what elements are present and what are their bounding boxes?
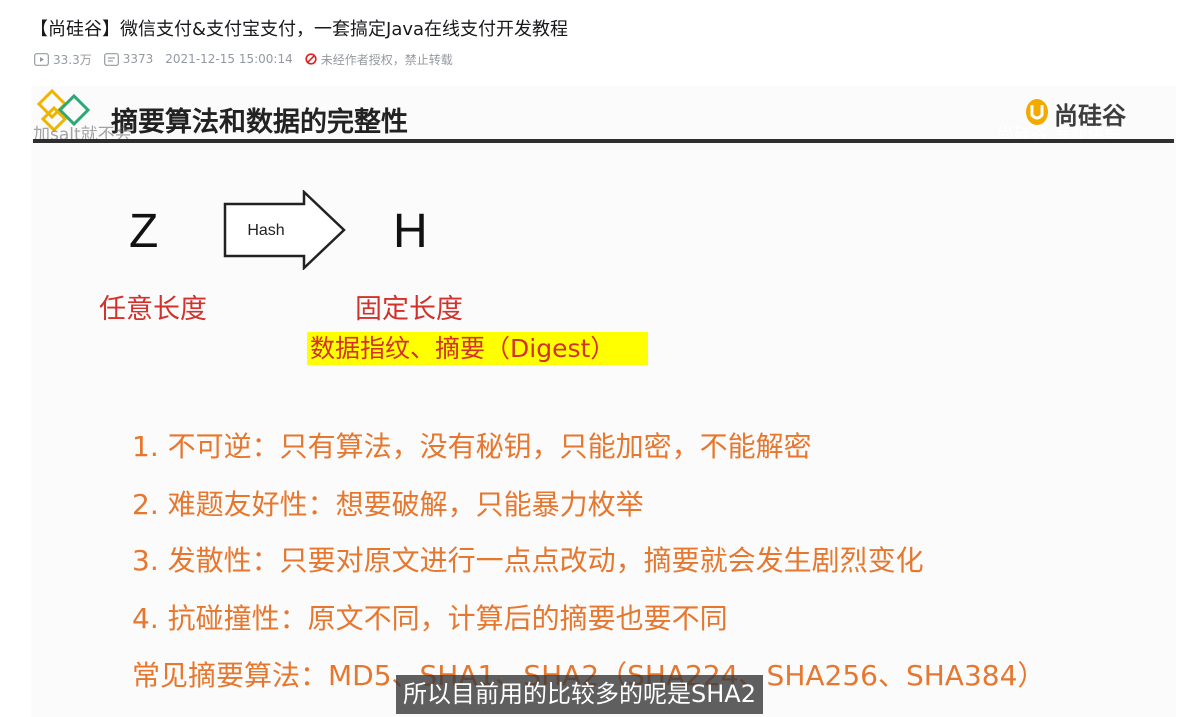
video-subtitle: 所以目前用的比较多的呢是SHA2: [396, 675, 763, 714]
arrow-label: Hash: [247, 222, 284, 239]
publish-date: 2021-12-15 15:00:14: [165, 52, 293, 66]
copyright-notice: 未经作者授权，禁止转载: [305, 51, 453, 68]
property-item: 3. 发散性：只要对原文进行一点点改动，摘要就会发生剧烈变化: [132, 544, 924, 577]
video-meta: 33.3万 3373 2021-12-15 15:00:14 未经作者授权，禁止…: [34, 51, 453, 67]
danmaku-count: 3373: [103, 52, 154, 66]
view-count-value: 33.3万: [53, 52, 92, 67]
slide-title: 摘要算法和数据的完整性: [111, 107, 408, 138]
video-title: 【尚硅谷】微信支付&支付宝支付，一套搞定Java在线支付开发教程: [30, 19, 569, 40]
play-count-icon: [34, 52, 49, 66]
danmaku-count-value: 3373: [122, 52, 154, 66]
input-length-label: 任意长度: [99, 294, 207, 325]
digest-highlight: 数据指纹、摘要（Digest）: [307, 332, 648, 365]
property-item: 4. 抗碰撞性：原文不同，计算后的摘要也要不同: [132, 602, 728, 635]
output-length-label: 固定长度: [355, 294, 463, 325]
header-divider: [33, 139, 1174, 143]
hash-arrow-icon: Hash: [223, 190, 346, 270]
property-item: 1. 不可逆：只有算法，没有秘钥，只能加密，不能解密: [132, 430, 812, 463]
input-letter: Z: [129, 205, 159, 258]
view-count: 33.3万: [34, 51, 92, 68]
forbid-icon: [305, 53, 317, 65]
property-item: 2. 难题友好性：想要破解，只能暴力枚举: [132, 488, 644, 521]
video-player[interactable]: 摘要算法和数据的完整性 加salt就不会 尚硅谷 尚硅谷 专业讲解 Z Hash…: [31, 86, 1176, 717]
output-letter: H: [393, 205, 428, 258]
copyright-text: 未经作者授权，禁止转载: [320, 52, 453, 67]
danmaku-icon: [103, 52, 119, 66]
